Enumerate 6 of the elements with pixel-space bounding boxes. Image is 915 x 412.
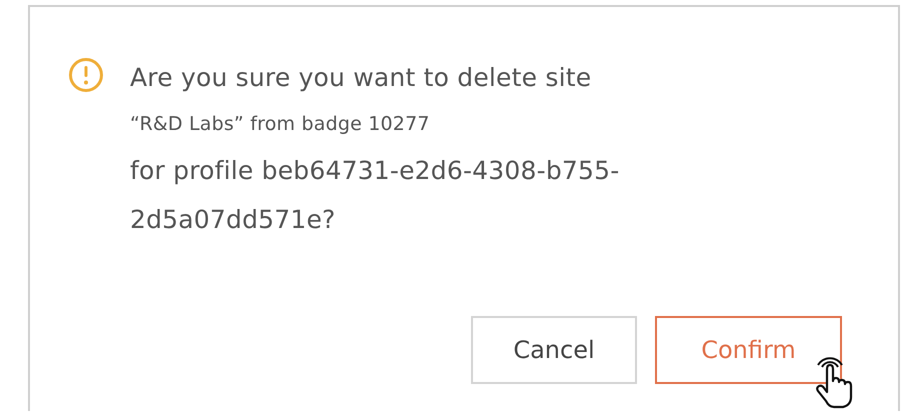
message-text: Are you sure you want to delete site	[130, 62, 592, 94]
message-text: 2d5a07dd571e?	[130, 204, 337, 236]
message-text: “R&D Labs” from badge 10277	[130, 112, 431, 137]
message-text: for profile beb64731-e2d6-4308-b755-	[130, 155, 620, 187]
cancel-button[interactable]: Cancel	[471, 316, 637, 384]
warning-icon	[68, 57, 104, 93]
